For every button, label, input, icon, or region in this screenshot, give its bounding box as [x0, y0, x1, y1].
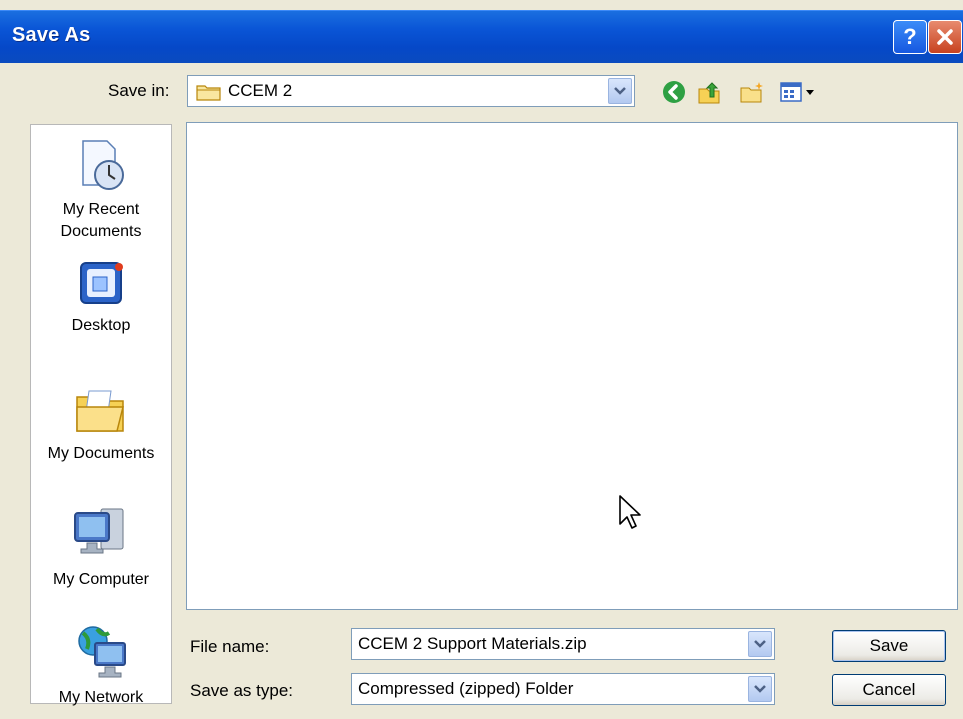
window-title: Save As	[12, 24, 91, 46]
back-button[interactable]	[660, 78, 688, 106]
save-button-label: Save	[869, 636, 909, 655]
place-my-documents[interactable]: My Documents	[31, 383, 171, 465]
file-list[interactable]	[186, 122, 958, 610]
my-documents-icon	[76, 390, 124, 432]
my-computer-icon	[74, 508, 124, 554]
save-as-type-dropdown-arrow[interactable]	[748, 676, 772, 702]
title-bar[interactable]: Save As ?	[0, 10, 963, 63]
file-name-dropdown-arrow[interactable]	[748, 631, 772, 657]
cancel-button-label: Cancel	[862, 680, 916, 699]
file-name-value: CCEM 2 Support Materials.zip	[358, 634, 587, 653]
help-label: ?	[903, 24, 917, 49]
save-in-dropdown[interactable]: CCEM 2	[187, 75, 635, 107]
mouse-cursor-icon	[619, 495, 641, 529]
save-in-dropdown-arrow[interactable]	[608, 78, 632, 104]
place-desktop[interactable]: Desktop	[31, 259, 171, 337]
help-button[interactable]: ?	[893, 20, 927, 54]
save-in-label: Save in:	[108, 81, 170, 100]
views-menu-button[interactable]	[778, 78, 820, 106]
places-bar: My Recent Documents Desktop My Documents…	[30, 124, 172, 706]
place-label: Desktop	[71, 317, 131, 334]
save-button[interactable]: Save	[832, 630, 946, 662]
new-folder-icon	[740, 82, 763, 103]
place-label: My Network	[58, 689, 144, 706]
save-in-value: CCEM 2	[228, 81, 293, 100]
chevron-down-icon	[754, 640, 766, 648]
file-name-input[interactable]: CCEM 2 Support Materials.zip	[351, 628, 775, 660]
save-as-type-dropdown[interactable]: Compressed (zipped) Folder	[351, 673, 775, 705]
chevron-down-icon	[614, 87, 626, 95]
chevron-down-icon	[754, 685, 766, 693]
place-label: My Recent Documents	[60, 201, 142, 240]
place-label: My Computer	[52, 571, 150, 588]
cancel-button[interactable]: Cancel	[832, 674, 946, 706]
views-menu-icon	[780, 82, 814, 102]
save-as-type-value: Compressed (zipped) Folder	[358, 679, 574, 698]
up-folder-icon	[698, 82, 720, 104]
close-icon	[937, 29, 953, 45]
my-network-icon	[78, 626, 126, 678]
save-as-type-label: Save as type:	[190, 681, 294, 700]
place-my-computer[interactable]: My Computer	[31, 503, 171, 591]
desktop-icon	[80, 262, 123, 304]
place-label: My Documents	[47, 445, 155, 462]
place-my-recent-documents[interactable]: My Recent Documents	[31, 139, 171, 243]
folder-icon	[196, 85, 221, 101]
up-folder-button[interactable]	[696, 78, 724, 106]
close-button[interactable]	[928, 20, 962, 54]
file-name-label: File name:	[190, 637, 270, 656]
place-my-network[interactable]: My Network	[31, 623, 171, 709]
recent-documents-icon	[82, 140, 124, 190]
back-icon	[663, 81, 685, 103]
new-folder-button[interactable]	[738, 78, 766, 106]
